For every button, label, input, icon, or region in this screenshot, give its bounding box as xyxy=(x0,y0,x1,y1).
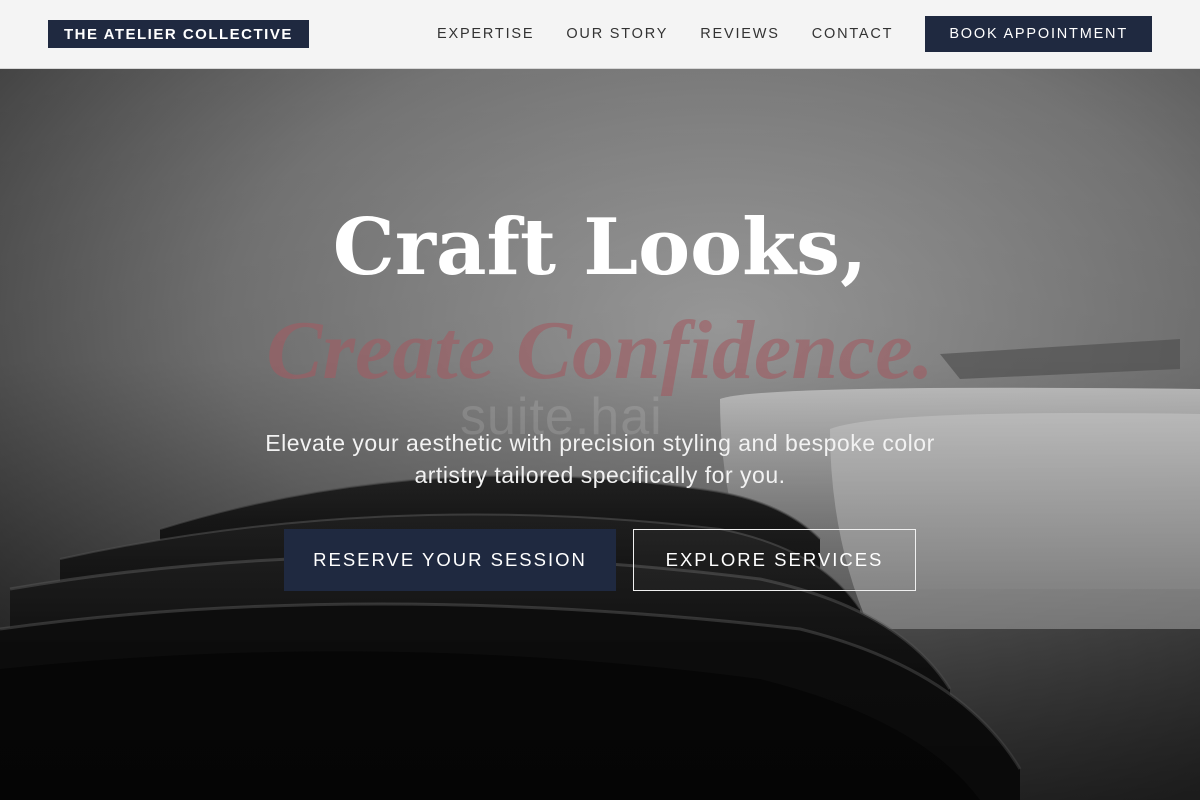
site-header: THE ATELIER COLLECTIVE EXPERTISE OUR STO… xyxy=(0,0,1200,69)
nav-link-reviews[interactable]: REVIEWS xyxy=(700,26,779,42)
explore-services-button[interactable]: EXPLORE SERVICES xyxy=(633,529,916,591)
hero-headline-line-2: Create Confidence. xyxy=(266,304,934,397)
nav-link-contact[interactable]: CONTACT xyxy=(812,26,894,42)
nav-link-our-story[interactable]: OUR STORY xyxy=(566,26,668,42)
hero-headline-line-1: Craft Looks, xyxy=(332,202,868,293)
hero-content: Craft Looks, Create Confidence. suite.ha… xyxy=(0,69,1200,800)
hero-subtitle: Elevate your aesthetic with precision st… xyxy=(265,430,935,488)
book-appointment-button[interactable]: BOOK APPOINTMENT xyxy=(925,16,1152,52)
hero-section: Craft Looks, Create Confidence. suite.ha… xyxy=(0,69,1200,800)
brand-logo[interactable]: THE ATELIER COLLECTIVE xyxy=(48,20,309,48)
nav-link-expertise[interactable]: EXPERTISE xyxy=(437,26,534,42)
main-nav: EXPERTISE OUR STORY REVIEWS CONTACT BOOK… xyxy=(437,16,1152,52)
reserve-session-button[interactable]: RESERVE YOUR SESSION xyxy=(284,529,616,591)
